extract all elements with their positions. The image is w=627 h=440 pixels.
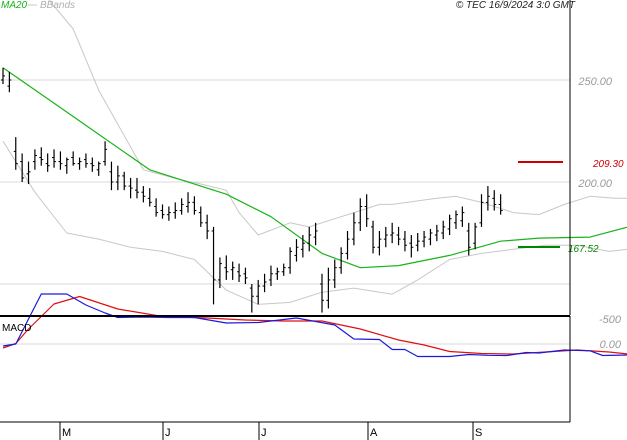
bollinger-bands: [2, 0, 627, 305]
legend-bbands: BBands: [40, 0, 75, 11]
ma20-path: [2, 67, 627, 269]
macd-line: [2, 293, 627, 358]
x-tick-label: A: [370, 427, 378, 439]
macd-lines: [2, 293, 627, 358]
copyright-text: © TEC 16/9/2024 3:0 GMT: [456, 0, 576, 11]
macd-y-tick-label: -500: [599, 314, 622, 326]
x-tick-label: J: [261, 427, 267, 439]
support-level-label: 167.52: [568, 244, 599, 255]
x-tick-label: M: [62, 427, 71, 439]
x-axis-ticks: MJJAS: [59, 422, 482, 440]
macd-signal-line: [2, 295, 627, 355]
price-y-tick-label: 200.00: [577, 178, 613, 190]
price-y-tick-label: 250.00: [577, 76, 613, 88]
resistance-level-label: 209.30: [592, 159, 624, 170]
bbands-lower-line: [2, 140, 627, 305]
macd-panel-title: MACD: [2, 323, 31, 334]
stock-chart: 209.30 167.52 250.00 200.00 0.00 -500 M J J A S…: [0, 0, 627, 440]
x-tick-label: S: [475, 427, 482, 439]
macd-y-tick-label: 0.00: [600, 339, 622, 351]
bbands-upper-line: [48, 0, 627, 236]
x-tick-label: J: [165, 427, 171, 439]
ma20-line: [2, 67, 627, 269]
y-axis-ticks: 250.00 200.00 0.00 -500: [577, 76, 622, 351]
price-bars: [1, 67, 503, 313]
legend-ma20: MA20: [1, 0, 28, 11]
